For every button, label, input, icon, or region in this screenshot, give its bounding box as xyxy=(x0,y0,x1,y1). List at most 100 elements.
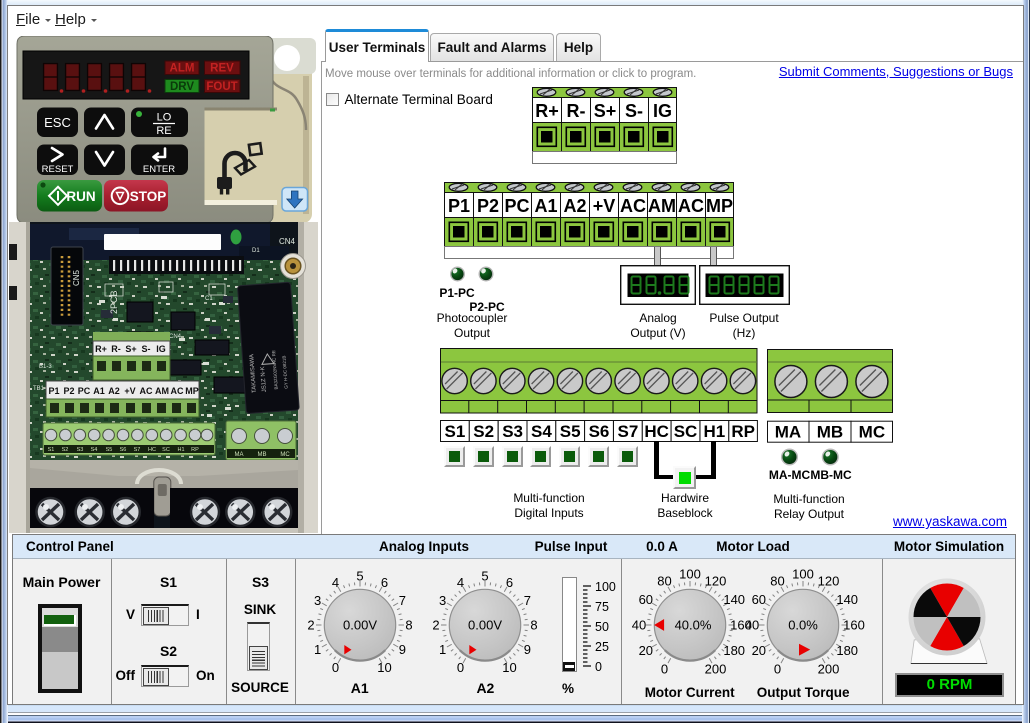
svg-text:R-: R- xyxy=(566,101,585,121)
svg-text:MC: MC xyxy=(280,452,290,458)
svg-text:HC: HC xyxy=(148,447,156,453)
svg-text:120: 120 xyxy=(704,573,726,588)
svg-text:A1: A1 xyxy=(534,196,557,216)
svg-text:LO: LO xyxy=(157,112,172,124)
svg-text:5: 5 xyxy=(482,568,489,583)
svg-text:IG: IG xyxy=(652,101,671,121)
svg-text:S-: S- xyxy=(142,344,151,354)
svg-text:100: 100 xyxy=(679,566,701,581)
svg-text:9: 9 xyxy=(524,642,531,657)
svg-text:200: 200 xyxy=(818,661,840,676)
svg-text:PC: PC xyxy=(78,386,91,396)
svg-text:ENTER: ENTER xyxy=(143,164,175,175)
svg-text:2: 2 xyxy=(433,617,440,632)
svg-text:7: 7 xyxy=(524,593,531,608)
svg-text:R+: R+ xyxy=(535,101,559,121)
svg-text:FOUT: FOUT xyxy=(206,81,237,93)
svg-text:140: 140 xyxy=(836,592,858,607)
svg-text:200: 200 xyxy=(704,661,726,676)
svg-text:80: 80 xyxy=(770,573,784,588)
svg-text:CN4: CN4 xyxy=(169,334,182,340)
svg-text:3: 3 xyxy=(439,593,446,608)
svg-text:S4: S4 xyxy=(91,447,98,453)
svg-text:MP: MP xyxy=(706,196,733,216)
svg-text:CN5: CN5 xyxy=(72,269,81,286)
svg-text:P2: P2 xyxy=(63,386,74,396)
svg-text:H1: H1 xyxy=(177,447,184,453)
svg-text:0: 0 xyxy=(661,661,668,676)
svg-text:1: 1 xyxy=(439,642,446,657)
svg-text:S6: S6 xyxy=(120,447,127,453)
svg-text:P1: P1 xyxy=(448,196,470,216)
svg-text:S3: S3 xyxy=(77,447,84,453)
svg-text:80: 80 xyxy=(657,573,671,588)
svg-text:10: 10 xyxy=(503,660,517,675)
svg-text:A2: A2 xyxy=(563,196,586,216)
svg-text:AC: AC xyxy=(171,386,184,396)
svg-text:+V: +V xyxy=(593,196,616,216)
svg-text:C1: C1 xyxy=(205,296,213,302)
svg-text:20: 20 xyxy=(638,643,652,658)
svg-text:40.0%: 40.0% xyxy=(674,617,711,632)
svg-text:RP: RP xyxy=(731,422,755,441)
svg-text:A1: A1 xyxy=(93,386,105,396)
svg-text:160: 160 xyxy=(843,617,865,632)
svg-text:180: 180 xyxy=(836,643,858,658)
svg-text:RE: RE xyxy=(156,125,171,137)
svg-text:H1: H1 xyxy=(704,422,726,441)
svg-text:MB: MB xyxy=(258,452,267,458)
svg-text:ALM: ALM xyxy=(170,63,195,75)
svg-text:+V: +V xyxy=(124,386,135,396)
svg-text:A2: A2 xyxy=(108,386,120,396)
svg-text:SC: SC xyxy=(674,422,698,441)
svg-text:4: 4 xyxy=(457,575,464,590)
svg-text:S7: S7 xyxy=(134,447,141,453)
svg-text:HC: HC xyxy=(644,422,669,441)
svg-text:S1: S1 xyxy=(445,422,466,441)
svg-text:60: 60 xyxy=(752,592,766,607)
svg-text:RESET: RESET xyxy=(42,164,74,175)
svg-text:S2: S2 xyxy=(62,447,69,453)
svg-text:9: 9 xyxy=(398,642,405,657)
svg-text:S5: S5 xyxy=(560,422,581,441)
svg-text:7: 7 xyxy=(398,593,405,608)
svg-text:S+: S+ xyxy=(125,344,136,354)
svg-text:120: 120 xyxy=(818,573,840,588)
svg-text:R+: R+ xyxy=(95,344,107,354)
svg-text:D1: D1 xyxy=(252,248,260,254)
svg-text:0: 0 xyxy=(332,660,339,675)
svg-text:8: 8 xyxy=(405,617,412,632)
svg-text:60: 60 xyxy=(638,592,652,607)
svg-text:6: 6 xyxy=(381,575,388,590)
svg-text:AM: AM xyxy=(648,196,676,216)
svg-text:DRV: DRV xyxy=(170,81,194,93)
svg-text:SC: SC xyxy=(162,447,170,453)
svg-text:40: 40 xyxy=(631,617,645,632)
svg-text:S2: S2 xyxy=(473,422,494,441)
svg-text:S4: S4 xyxy=(531,422,552,441)
svg-text:5: 5 xyxy=(356,568,363,583)
svg-text:8: 8 xyxy=(531,617,538,632)
svg-text:S7: S7 xyxy=(618,422,639,441)
svg-text:0: 0 xyxy=(457,660,464,675)
svg-text:S+: S+ xyxy=(593,101,616,121)
svg-text:STOP: STOP xyxy=(130,189,167,204)
svg-text:AC: AC xyxy=(140,386,153,396)
svg-text:MA: MA xyxy=(774,423,800,442)
svg-text:S6: S6 xyxy=(589,422,610,441)
svg-text:RP: RP xyxy=(191,447,199,453)
svg-text:1: 1 xyxy=(314,642,321,657)
svg-text:S3: S3 xyxy=(502,422,523,441)
svg-text:ESC: ESC xyxy=(44,115,71,130)
svg-text:3: 3 xyxy=(314,593,321,608)
svg-text:S1: S1 xyxy=(48,447,55,453)
svg-text:AC: AC xyxy=(678,196,704,216)
svg-text:MA: MA xyxy=(235,452,244,458)
svg-text:MC: MC xyxy=(858,423,884,442)
svg-text:20: 20 xyxy=(752,643,766,658)
svg-text:2: 2 xyxy=(307,617,314,632)
svg-text:MP: MP xyxy=(185,386,199,396)
svg-text:AC: AC xyxy=(620,196,646,216)
svg-text:IG: IG xyxy=(156,344,166,354)
svg-text:P1: P1 xyxy=(48,386,59,396)
